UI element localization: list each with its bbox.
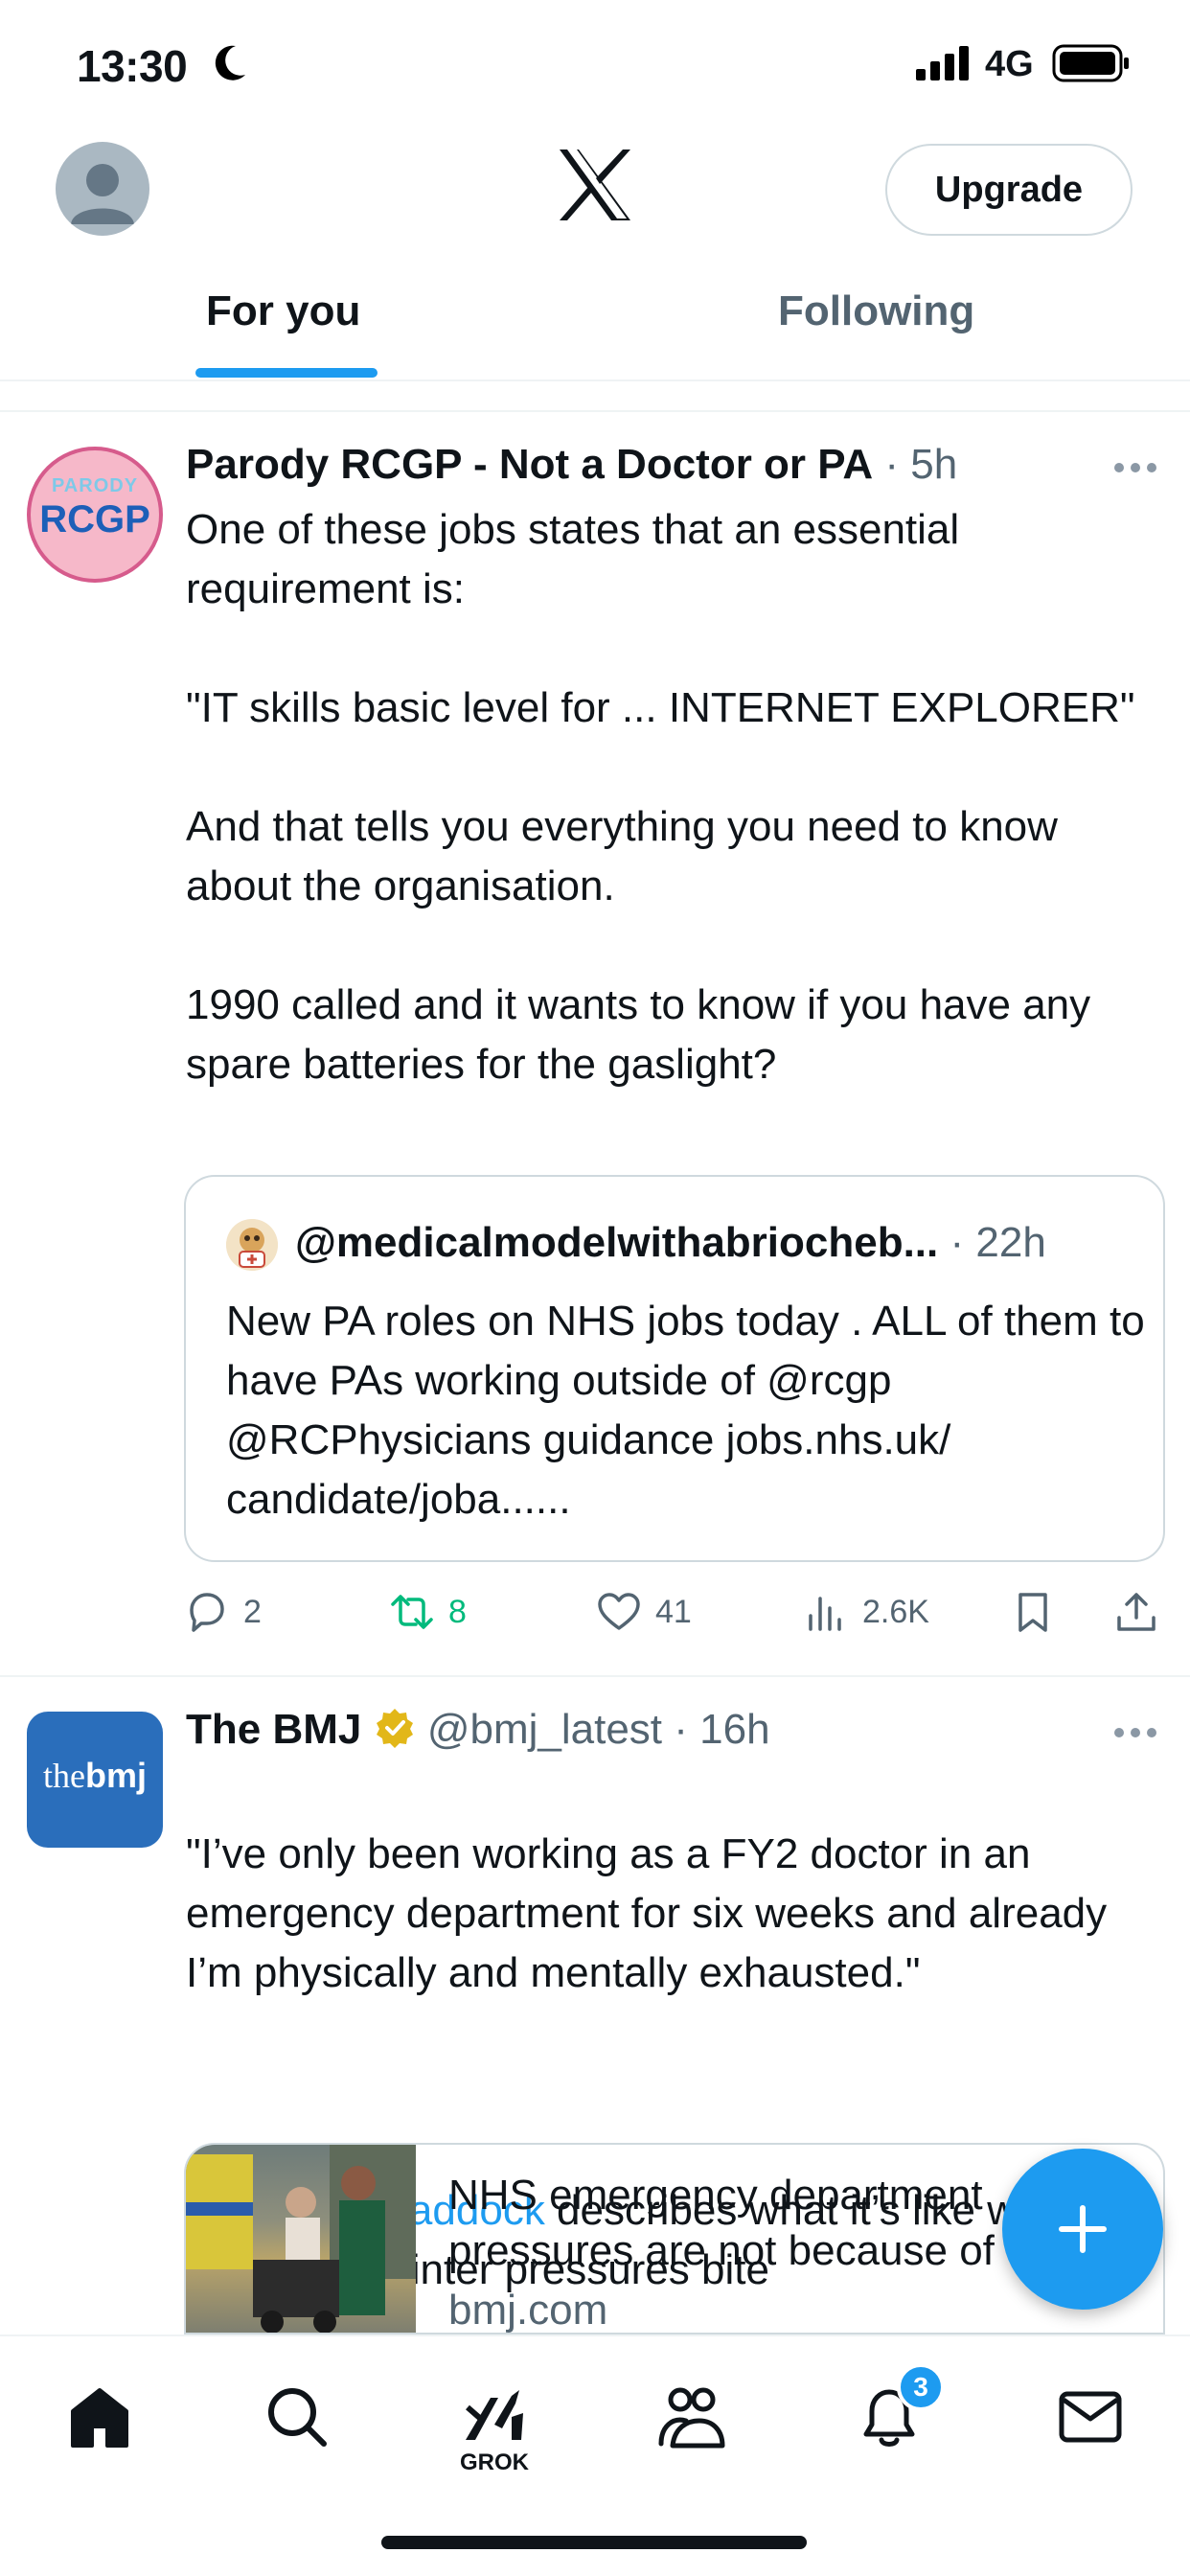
signal-icon [916,46,969,80]
nav-grok[interactable]: GROK [456,2379,533,2475]
share-button[interactable] [1113,1587,1173,1637]
post-author-avatar[interactable]: thebmj [27,1712,163,1848]
avatar-rcgp-text: RCGP [39,498,150,540]
more-options-icon[interactable] [1113,462,1157,473]
notification-badge: 3 [897,2363,945,2411]
post-author-name[interactable]: Parody RCGP - Not a Doctor or PA [186,441,873,488]
view-count: 2.6K [862,1593,929,1630]
quoted-text: New PA roles on NHS jobs today . ALL of … [226,1298,1145,1523]
moon-icon [215,45,245,80]
compose-post-button[interactable] [1002,2149,1163,2310]
search-icon [268,2388,327,2447]
meta-separator: · [938,1219,976,1266]
nav-communities[interactable] [653,2379,730,2455]
cartoon-avatar-icon [226,1219,278,1271]
timeline-tabs: For you Following [0,268,1190,381]
quoted-post-header: @medicalmodelwithabriocheb... · 22h [295,1219,1046,1267]
post-header: The BMJ @bmj_latest · 16h [186,1706,770,1754]
post-time[interactable]: 5h [910,441,957,488]
repost-count: 8 [448,1593,467,1630]
meta-separator: · [662,1706,700,1753]
quoted-post[interactable]: @medicalmodelwithabriocheb... · 22h New … [184,1175,1165,1562]
repost-button[interactable]: 8 [389,1587,467,1637]
nav-home[interactable] [61,2379,138,2455]
article-thumbnail [186,2145,416,2333]
grok-icon [466,2390,523,2440]
post-header: Parody RCGP - Not a Doctor or PA · 5h [186,441,957,489]
bmj-logo-text: thebmj [27,1756,163,1796]
quoted-time: 22h [975,1219,1046,1266]
tab-following[interactable]: Following [778,288,974,335]
user-placeholder-icon [71,164,134,224]
messages-icon [1059,2391,1122,2443]
bmj-logo-bold: bmj [84,1756,147,1795]
like-button[interactable]: 41 [596,1587,692,1637]
share-icon [1117,1593,1156,1631]
post-time[interactable]: 16h [699,1706,769,1753]
views-chart-icon [809,1597,841,1631]
bookmark-button[interactable] [1010,1587,1069,1637]
verified-badge-icon [376,1709,413,1748]
bookmark-icon [1018,1593,1047,1632]
grok-label: GROK [460,2450,529,2475]
post-actions: 2 8 41 2.6K [184,1579,1180,1646]
post-handle[interactable]: @bmj_latest [427,1706,662,1753]
avatar-parody-text: PARODY [51,475,139,496]
reply-button[interactable]: 2 [184,1587,262,1637]
status-time: 13:30 [77,41,188,91]
meta-separator: · [873,441,911,488]
home-indicator[interactable] [381,2536,807,2549]
network-type: 4G [985,44,1034,84]
like-count: 41 [655,1593,692,1630]
quoted-author-avatar [226,1219,278,1271]
communities-icon [658,2387,725,2449]
more-options-icon[interactable] [1113,1727,1157,1738]
article-domain: bmj.com [448,2287,608,2334]
plus-icon [1059,2205,1107,2253]
post-text: One of these jobs states that an essenti… [186,506,1135,1088]
status-bar: 13:30 4G [0,0,1190,134]
post-text-quote: "I’ve only been working as a FY2 doctor … [186,1830,1108,1996]
upgrade-button[interactable]: Upgrade [885,144,1133,236]
bmj-logo-light: the [43,1757,85,1795]
ambulance-photo-icon [186,2145,416,2333]
battery-icon [1052,44,1129,82]
repost-icon [391,1595,433,1629]
nav-messages[interactable] [1052,2379,1129,2455]
nav-notifications[interactable]: 3 [851,2363,945,2455]
post-author-avatar[interactable]: PARODY RCGP [27,447,163,583]
divider [0,1675,1190,1677]
divider [0,410,1190,412]
x-logo[interactable] [556,146,634,224]
heart-icon [598,1593,640,1630]
views-button[interactable]: 2.6K [803,1587,929,1637]
home-icon [71,2388,128,2448]
profile-avatar[interactable] [56,142,149,236]
reply-count: 2 [243,1593,262,1630]
tab-for-you[interactable]: For you [206,288,360,335]
quoted-handle[interactable]: @medicalmodelwithabriocheb... [295,1219,938,1266]
nav-search[interactable] [259,2379,335,2455]
post-author-name[interactable]: The BMJ [186,1706,361,1753]
reply-icon [190,1593,224,1632]
active-tab-indicator [195,368,378,378]
